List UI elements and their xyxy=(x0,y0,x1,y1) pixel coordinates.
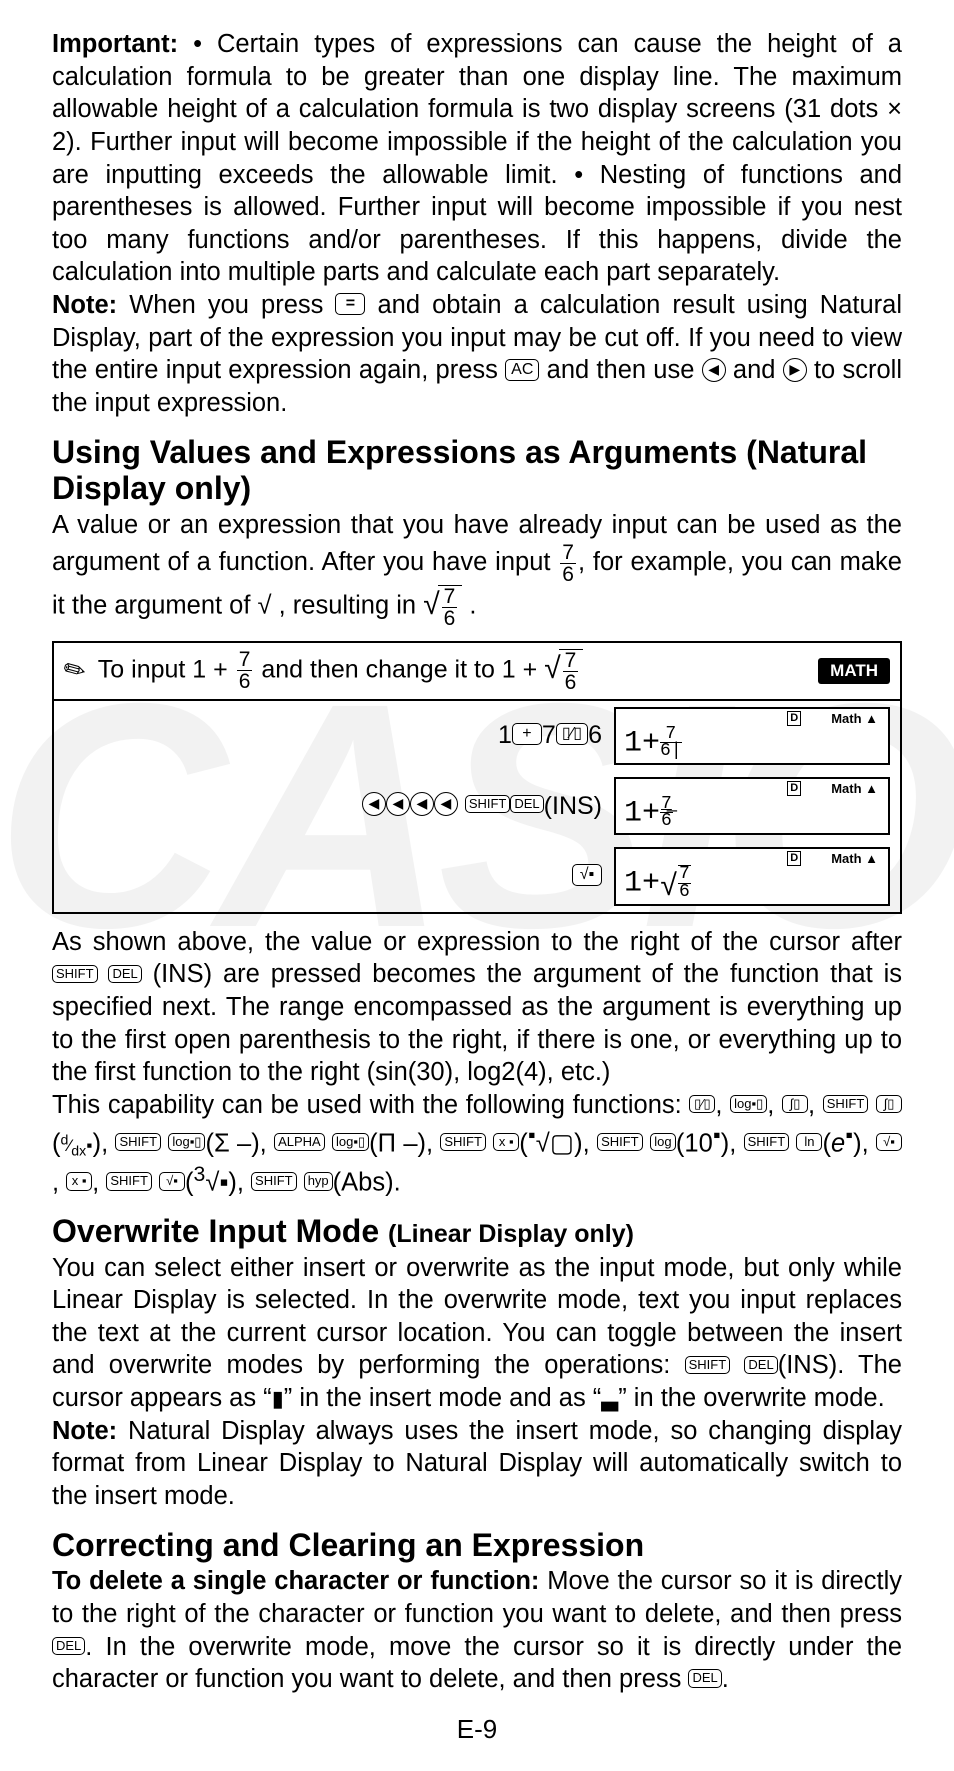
plus-key-icon: + xyxy=(512,723,542,745)
cursor-left-icon: ◀ xyxy=(702,358,726,382)
shift-key-icon: SHIFT xyxy=(465,795,511,813)
shift-key-icon: SHIFT xyxy=(115,1133,161,1151)
shift-key-icon: SHIFT xyxy=(744,1133,790,1151)
page-number: E-9 xyxy=(52,1714,902,1745)
del-key-icon: DEL xyxy=(744,1356,777,1374)
cursor-left-icon: ◀ xyxy=(386,792,410,816)
note-paragraph: Note: When you press = and obtain a calc… xyxy=(52,289,902,420)
calc-screen-2: DMath ▲ 1+7̲6 xyxy=(614,777,890,835)
fraction-7-6: 76 xyxy=(560,542,576,585)
overwrite-note: Note: Natural Display always uses the in… xyxy=(52,1415,902,1513)
correcting-heading: Correcting and Clearing an Expression xyxy=(52,1527,902,1564)
calc-screen-1: DMath ▲ 1+76| xyxy=(614,707,890,765)
integral-key-icon: ∫▯ xyxy=(782,1095,808,1113)
sqrt-key-icon: √▪ xyxy=(159,1172,185,1190)
overwrite-heading: Overwrite Input Mode (Linear Display onl… xyxy=(52,1213,902,1250)
log-key-icon: log xyxy=(650,1133,676,1151)
ac-key-icon: AC xyxy=(505,359,539,381)
integral-key-icon: ∫▯ xyxy=(876,1095,902,1113)
math-mode-badge: MATH xyxy=(818,658,890,684)
sqrt-key-icon: √▪ xyxy=(876,1133,902,1151)
fraction-key-icon: ▯⁄▯ xyxy=(689,1095,715,1113)
del-key-icon: DEL xyxy=(52,1637,85,1655)
shift-key-icon: SHIFT xyxy=(52,965,98,983)
keystroke-row-1: 1 + 7 ▯⁄▯ 6 xyxy=(54,701,614,771)
del-key-icon: DEL xyxy=(510,795,543,813)
sqrt-7-6: √76 xyxy=(423,585,462,629)
hyp-key-icon: hyp xyxy=(304,1172,333,1190)
logab-key-icon: log▪▯ xyxy=(730,1095,767,1113)
below-example-paragraph: As shown above, the value or expression … xyxy=(52,926,902,1089)
shift-key-icon: SHIFT xyxy=(823,1095,869,1113)
important-label: Important: xyxy=(52,30,178,58)
cursor-left-icon: ◀ xyxy=(434,792,458,816)
arguments-heading: Using Values and Expressions as Argument… xyxy=(52,434,902,508)
overwrite-paragraph: You can select either insert or overwrit… xyxy=(52,1252,902,1415)
calc-screen-3: DMath ▲ 1+√76 xyxy=(614,847,890,905)
example-box: ✎ To input 1 + 76 and then change it to … xyxy=(52,641,902,914)
shift-key-icon: SHIFT xyxy=(685,1356,731,1374)
pencil-icon: ✎ xyxy=(58,652,92,690)
arguments-paragraph: A value or an expression that you have a… xyxy=(52,509,902,629)
logab-key-icon: log▪▯ xyxy=(332,1133,369,1151)
shift-key-icon: SHIFT xyxy=(106,1172,152,1190)
ln-key-icon: ln xyxy=(796,1133,822,1151)
cursor-left-icon: ◀ xyxy=(410,792,434,816)
alpha-key-icon: ALPHA xyxy=(274,1133,325,1151)
shift-key-icon: SHIFT xyxy=(440,1133,486,1151)
note-label: Note: xyxy=(52,291,117,319)
correcting-paragraph: To delete a single character or function… xyxy=(52,1565,902,1696)
shift-key-icon: SHIFT xyxy=(251,1172,297,1190)
xpower-key-icon: x ▪ xyxy=(66,1172,92,1190)
cursor-left-icon: ◀ xyxy=(362,792,386,816)
important-paragraph: Important: • Certain types of expression… xyxy=(52,28,902,289)
fraction-key-icon: ▯⁄▯ xyxy=(556,723,588,745)
equals-key-icon: = xyxy=(335,293,365,315)
logab-key-icon: log▪▯ xyxy=(168,1133,205,1151)
xpower-key-icon: x ▪ xyxy=(493,1133,519,1151)
shift-key-icon: SHIFT xyxy=(597,1133,643,1151)
sqrt-key-icon: √▪ xyxy=(572,864,602,886)
keystroke-row-2: ◀ ◀ ◀ ◀ SHIFT DEL (INS) xyxy=(54,771,614,841)
capability-paragraph: This capability can be used with the fol… xyxy=(52,1089,902,1199)
keystroke-row-3: √▪ xyxy=(54,841,614,911)
example-header: ✎ To input 1 + 76 and then change it to … xyxy=(54,643,900,701)
del-key-icon: DEL xyxy=(108,965,141,983)
cursor-right-icon: ▶ xyxy=(783,358,807,382)
del-key-icon: DEL xyxy=(688,1669,721,1687)
